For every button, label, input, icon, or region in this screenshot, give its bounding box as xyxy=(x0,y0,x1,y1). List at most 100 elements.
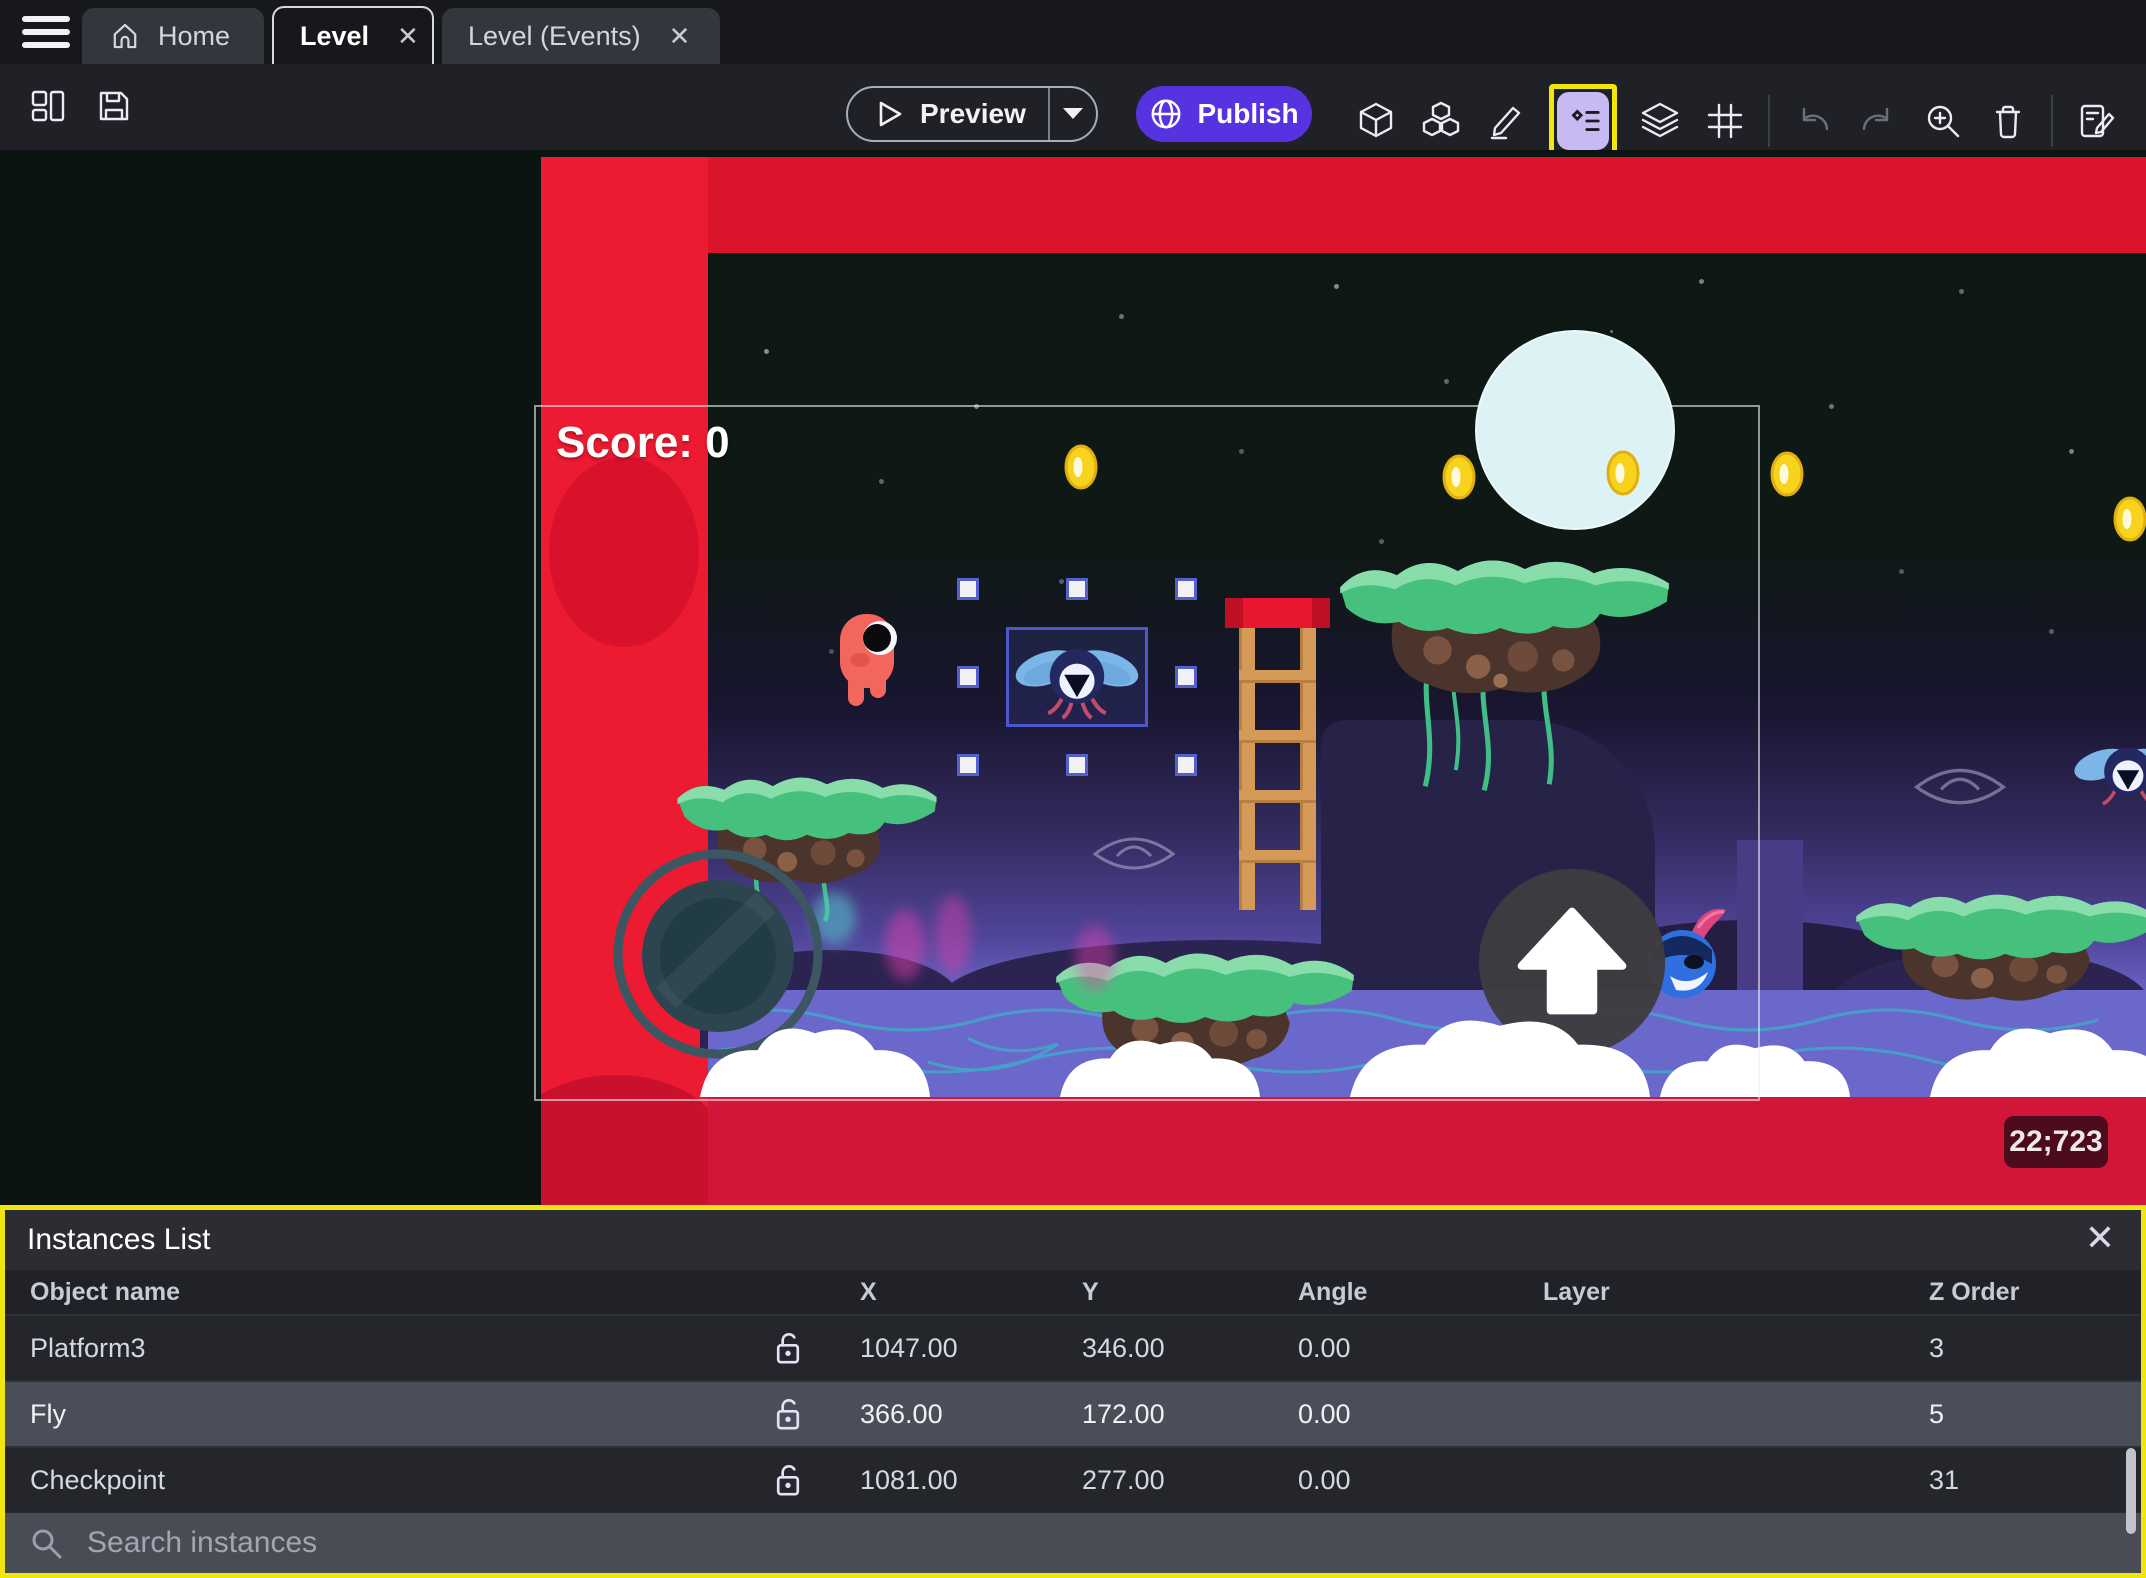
selection-handle[interactable] xyxy=(957,578,979,600)
tab-level[interactable]: Level ✕ xyxy=(272,6,434,64)
cloud-decor xyxy=(1660,1044,1850,1097)
play-icon xyxy=(879,101,902,127)
tab-bar: Home Level ✕ Level (Events) ✕ xyxy=(0,0,2146,64)
selection-handle[interactable] xyxy=(1066,754,1088,776)
layers-icon[interactable] xyxy=(1638,99,1682,143)
close-icon[interactable]: ✕ xyxy=(397,21,419,52)
selection-handle[interactable] xyxy=(1066,578,1088,600)
coin[interactable] xyxy=(1441,453,1477,501)
coin[interactable] xyxy=(1605,449,1641,497)
selection-handle[interactable] xyxy=(1175,754,1197,776)
table-row[interactable]: Platform3 1047.00 346.00 0.00 3 xyxy=(5,1314,2141,1380)
cloud-decor xyxy=(1350,1020,1650,1097)
moon[interactable] xyxy=(1475,330,1675,530)
instances-table-body: Platform3 1047.00 346.00 0.00 3 Fly 366.00 172.… xyxy=(5,1314,2141,1512)
fly-sprite xyxy=(1015,649,1139,720)
menu-icon[interactable] xyxy=(22,16,70,50)
selection-handle[interactable] xyxy=(1175,666,1197,688)
score-hud-text: Score: 0 xyxy=(556,418,730,467)
eye-outline-decor xyxy=(1910,758,2010,819)
player-character-instance[interactable] xyxy=(832,608,902,713)
cell-x: 1047.00 xyxy=(860,1332,958,1363)
toolbar-divider xyxy=(2051,95,2053,147)
grid-icon[interactable] xyxy=(1703,99,1747,143)
undo-icon[interactable] xyxy=(1791,99,1835,143)
cell-angle: 0.00 xyxy=(1298,1332,1351,1363)
cell-angle: 0.00 xyxy=(1298,1398,1351,1429)
cloud-decor xyxy=(700,1028,930,1097)
selection-handle[interactable] xyxy=(957,666,979,688)
close-icon[interactable]: ✕ xyxy=(2085,1220,2115,1256)
preview-dropdown[interactable] xyxy=(1047,88,1096,140)
preview-label: Preview xyxy=(920,98,1026,129)
selected-instance-fly[interactable] xyxy=(1006,627,1148,727)
cell-y: 172.00 xyxy=(1082,1398,1165,1429)
tab-label: Level (Events) xyxy=(468,20,641,51)
column-header-zorder: Z Order xyxy=(1929,1277,2020,1306)
zoom-icon[interactable] xyxy=(1921,99,1965,143)
cell-zorder: 31 xyxy=(1929,1464,1960,1495)
save-icon[interactable] xyxy=(92,84,136,128)
scene-properties-icon[interactable] xyxy=(2074,99,2118,143)
selection-handle[interactable] xyxy=(957,754,979,776)
column-header-object-name: Object name xyxy=(30,1277,181,1306)
eye-outline-decor xyxy=(1089,828,1179,883)
table-row[interactable]: Checkpoint 1081.00 277.00 0.00 31 xyxy=(5,1446,2141,1512)
cell-zorder: 3 xyxy=(1929,1332,1945,1363)
column-header-y: Y xyxy=(1082,1277,1099,1306)
chevron-down-icon xyxy=(1062,108,1083,119)
panel-scrollbar[interactable] xyxy=(2126,1448,2136,1534)
fly-instance[interactable] xyxy=(2072,730,2146,816)
ladder-instance[interactable] xyxy=(1225,598,1330,910)
search-row xyxy=(5,1513,2141,1573)
toolbar-divider xyxy=(1768,95,1770,147)
panel-title: Instances List xyxy=(27,1223,211,1256)
lock-open-icon[interactable] xyxy=(740,1330,835,1366)
search-instances-input[interactable] xyxy=(85,1525,2141,1561)
selection-handle[interactable] xyxy=(1175,578,1197,600)
coin[interactable] xyxy=(1769,450,1805,498)
publish-button[interactable]: Publish xyxy=(1136,86,1312,142)
coin[interactable] xyxy=(2112,495,2146,543)
cell-x: 366.00 xyxy=(860,1398,943,1429)
search-icon xyxy=(32,1529,62,1559)
close-icon[interactable]: ✕ xyxy=(669,21,691,52)
red-band-top xyxy=(541,157,2146,253)
redo-icon[interactable] xyxy=(1856,99,1900,143)
edit-pencil-icon[interactable] xyxy=(1484,99,1528,143)
instances-list-icon[interactable] xyxy=(1557,92,1609,150)
column-header-layer: Layer xyxy=(1543,1277,1610,1306)
trash-icon[interactable] xyxy=(1986,99,2030,143)
tab-home[interactable]: Home xyxy=(82,8,264,64)
platform-instance[interactable] xyxy=(1850,868,2146,1008)
cell-y: 277.00 xyxy=(1082,1464,1165,1495)
layout-panels-icon[interactable] xyxy=(26,84,70,128)
objects-icon[interactable] xyxy=(1354,99,1398,143)
instances-list-button-highlight xyxy=(1549,84,1617,158)
cell-angle: 0.00 xyxy=(1298,1464,1351,1495)
publish-label: Publish xyxy=(1197,98,1299,129)
instances-list-panel: Instances List ✕ Object name X Y Angle L… xyxy=(0,1205,2146,1578)
cell-object-name: Fly xyxy=(30,1398,66,1429)
tab-level-events[interactable]: Level (Events) ✕ xyxy=(442,8,720,64)
cell-object-name: Checkpoint xyxy=(30,1464,166,1495)
tab-label: Home xyxy=(158,20,231,51)
preview-main[interactable]: Preview xyxy=(848,98,1048,130)
coin[interactable] xyxy=(1063,443,1099,491)
table-row[interactable]: Fly 366.00 172.00 0.00 5 xyxy=(5,1380,2141,1446)
column-header-x: X xyxy=(860,1277,877,1306)
instances-table-header: Object name X Y Angle Layer Z Order xyxy=(5,1270,2141,1314)
preview-button[interactable]: Preview xyxy=(846,86,1098,142)
red-band-bottom xyxy=(541,1094,2146,1205)
lock-open-icon[interactable] xyxy=(740,1396,835,1432)
scene-editor-canvas[interactable]: Score: 0 22;723 xyxy=(0,150,2146,1205)
cloud-decor xyxy=(1930,1028,2146,1097)
toolbar: Preview Publish xyxy=(0,64,2146,158)
column-header-angle: Angle xyxy=(1298,1277,1368,1306)
lock-open-icon[interactable] xyxy=(740,1462,835,1498)
cell-zorder: 5 xyxy=(1929,1398,1945,1429)
cell-y: 346.00 xyxy=(1082,1332,1165,1363)
platform-instance[interactable] xyxy=(1332,530,1677,795)
globe-icon xyxy=(1151,99,1181,129)
object-groups-icon[interactable] xyxy=(1419,99,1463,143)
